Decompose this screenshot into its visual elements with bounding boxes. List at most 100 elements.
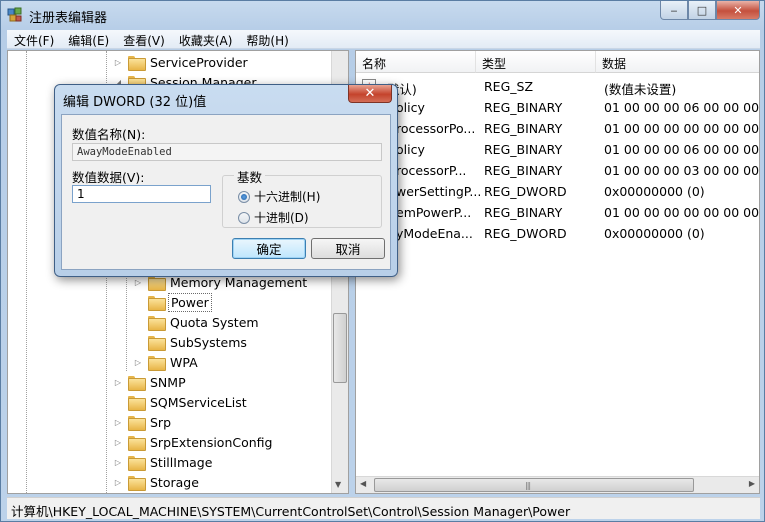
value-row[interactable]: yModeEna... REG_DWORD 0x00000000 (0) (356, 223, 759, 244)
tree-item-srp[interactable]: ▷ Srp (112, 412, 173, 432)
value-data: (数值未设置) (604, 82, 677, 97)
scrollbar-thumb[interactable] (333, 313, 347, 383)
column-header-type[interactable]: 类型 (476, 51, 596, 73)
value-row[interactable]: olicy REG_BINARY 01 00 00 00 06 00 00 00… (356, 97, 759, 118)
value-data: 01 00 00 00 00 00 00 00 00 (604, 205, 760, 220)
folder-icon (128, 415, 146, 431)
value-data: 01 00 00 00 03 00 00 00 00 (604, 163, 760, 178)
folder-icon (148, 315, 166, 331)
folder-icon (148, 275, 166, 291)
tree-item-label: StillImage (150, 454, 213, 470)
value-type: REG_DWORD (484, 184, 567, 199)
close-button[interactable]: ✕ (716, 1, 760, 20)
ok-button[interactable]: 确定 (232, 238, 306, 259)
radio-selected-icon[interactable] (238, 190, 250, 203)
folder-icon (148, 335, 166, 351)
value-name: rocessorPo... (396, 121, 476, 136)
cancel-button[interactable]: 取消 (311, 238, 385, 259)
menu-favorites[interactable]: 收藏夹(A) (172, 30, 240, 48)
value-type: REG_BINARY (484, 121, 563, 136)
tree-item-stillimage[interactable]: ▷ StillImage (112, 452, 214, 472)
tree-item-label: SQMServiceList (150, 394, 247, 410)
menu-edit[interactable]: 编辑(E) (61, 30, 116, 48)
radio-unselected-icon[interactable] (238, 211, 250, 224)
expand-icon[interactable]: ▷ (132, 278, 144, 287)
tree-item-srpextensionconfig[interactable]: ▷ SrpExtensionConfig (112, 432, 274, 452)
value-row[interactable]: werSettingP... REG_DWORD 0x00000000 (0) (356, 181, 759, 202)
folder-icon (148, 355, 166, 371)
tree-item-sqmservicelist[interactable]: SQMServiceList (112, 392, 249, 412)
menu-help[interactable]: 帮助(H) (239, 30, 295, 48)
expand-icon[interactable]: ▷ (112, 378, 124, 387)
value-type: REG_BINARY (484, 205, 563, 220)
expand-icon[interactable]: ▷ (112, 478, 124, 487)
scroll-left-icon[interactable]: ◀ (360, 479, 366, 488)
value-row[interactable]: olicy REG_BINARY 01 00 00 00 06 00 00 00… (356, 139, 759, 160)
folder-icon (128, 435, 146, 451)
value-data-input[interactable]: 1 (72, 185, 211, 203)
tree-item-quota-system[interactable]: Quota System (132, 312, 261, 332)
tree-item-serviceprovider[interactable]: ▷ ServiceProvider (112, 52, 250, 72)
tree-item-label: Power (168, 292, 212, 312)
value-data: 0x00000000 (0) (604, 226, 705, 241)
value-row[interactable]: ab (默认) REG_SZ (数值未设置) (356, 76, 759, 97)
tree-item-label: Srp (150, 414, 172, 430)
radio-dec[interactable]: 十进制(D) (238, 209, 309, 226)
value-row[interactable]: rocessorPo... REG_BINARY 01 00 00 00 00 … (356, 118, 760, 139)
edit-dword-dialog: 编辑 DWORD (32 位)值 ✕ 数值名称(N): AwayModeEnab… (54, 84, 398, 277)
window-title: 注册表编辑器 (29, 11, 108, 26)
value-name: olicy (396, 142, 425, 157)
dialog-body: 数值名称(N): AwayModeEnabled 数值数据(V): 1 基数 十… (61, 114, 391, 270)
value-name: olicy (396, 100, 425, 115)
tree-item-label: ServiceProvider (150, 54, 248, 70)
value-data-label: 数值数据(V): (72, 170, 145, 185)
value-data: 01 00 00 00 00 00 00 00 00 (604, 121, 760, 136)
scroll-right-icon[interactable]: ▶ (749, 479, 755, 488)
tree-item-subsystems[interactable]: SubSystems (132, 332, 249, 352)
tree-item-label: SNMP (150, 374, 186, 390)
expand-icon[interactable]: ▷ (112, 458, 124, 467)
folder-icon (128, 375, 146, 391)
dialog-close-button[interactable]: ✕ (348, 85, 392, 103)
values-list[interactable]: 名称 类型 数据 ab (默认) REG_SZ (数值未设置) olicy RE… (355, 50, 760, 494)
status-bar: 计算机\HKEY_LOCAL_MACHINE\SYSTEM\CurrentCon… (7, 497, 760, 519)
tree-guide (26, 51, 27, 493)
folder-icon (128, 475, 146, 491)
expand-icon[interactable]: ▷ (112, 418, 124, 427)
tree-item-wpa[interactable]: ▷ WPA (132, 352, 200, 372)
value-type: REG_DWORD (484, 226, 567, 241)
minimize-button[interactable]: ‒ (660, 1, 688, 20)
value-row[interactable]: rocessorP... REG_BINARY 01 00 00 00 03 0… (356, 160, 760, 181)
expand-icon[interactable]: ▷ (112, 438, 124, 447)
tree-item-label: Quota System (170, 314, 259, 330)
regedit-icon (7, 7, 22, 22)
title-bar[interactable]: 注册表编辑器 ‒ □ ✕ (1, 1, 765, 30)
expand-icon[interactable]: ▷ (132, 358, 144, 367)
value-row[interactable]: emPowerP... REG_BINARY 01 00 00 00 00 00… (356, 202, 760, 223)
tree-item-storage[interactable]: ▷ Storage (112, 472, 201, 492)
value-type: REG_BINARY (484, 163, 563, 178)
maximize-button[interactable]: □ (688, 1, 716, 20)
tree-item-label: SrpExtensionConfig (150, 434, 273, 450)
scrollbar-thumb[interactable]: ||| (374, 478, 694, 492)
folder-icon (148, 295, 166, 311)
base-label: 基数 (234, 167, 266, 186)
value-name-label: 数值名称(N): (72, 127, 146, 142)
tree-item-label: SubSystems (170, 334, 247, 350)
column-header-data[interactable]: 数据 (596, 51, 759, 73)
value-name: rocessorP... (396, 163, 467, 178)
value-type: REG_BINARY (484, 142, 563, 157)
radio-dec-label: 十进制(D) (254, 211, 309, 225)
radio-hex[interactable]: 十六进制(H) (238, 188, 320, 205)
horizontal-scrollbar[interactable]: ◀ ||| ▶ (356, 476, 759, 493)
column-header-name[interactable]: 名称 (356, 51, 476, 73)
value-name-field: AwayModeEnabled (72, 143, 382, 161)
menu-file[interactable]: 文件(F) (7, 30, 61, 48)
expand-icon[interactable]: ▷ (112, 58, 124, 67)
value-name: emPowerP... (396, 205, 472, 220)
tree-item-power[interactable]: Power (132, 292, 212, 312)
scroll-down-icon[interactable]: ▼ (335, 480, 341, 489)
folder-icon (128, 395, 146, 411)
menu-view[interactable]: 查看(V) (116, 30, 172, 48)
tree-item-snmp[interactable]: ▷ SNMP (112, 372, 188, 392)
